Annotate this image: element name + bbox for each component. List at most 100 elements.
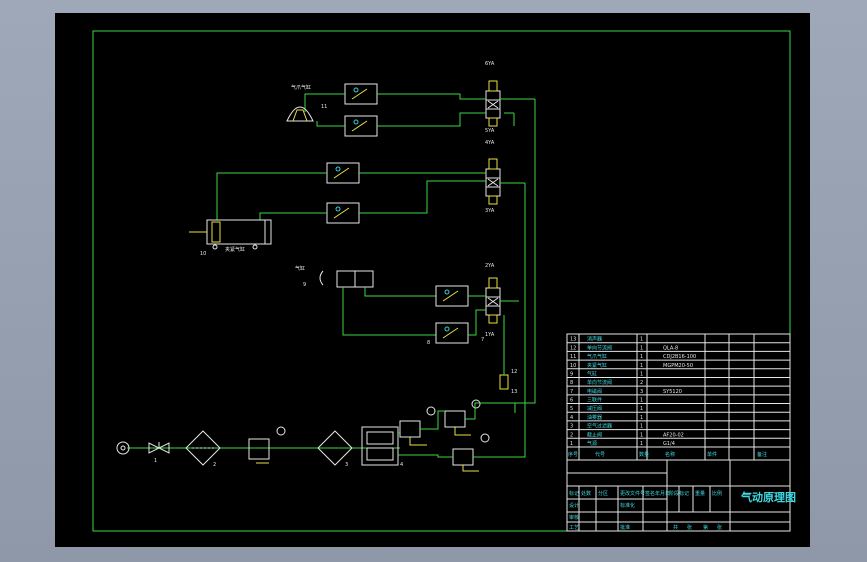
- parts-row-number: 5: [570, 406, 573, 412]
- parts-row-name: 三联件: [587, 397, 602, 404]
- parts-row-number: 7: [570, 389, 573, 395]
- tb-row-label-4: 签名: [645, 490, 655, 497]
- hdr-name: 名称: [665, 451, 675, 458]
- parts-row-qty: 1: [640, 398, 643, 404]
- tb-sign-design: 设计: [569, 502, 579, 509]
- hdr-note: 备注: [757, 451, 767, 458]
- svg-text:10: 10: [200, 251, 206, 257]
- svg-text:1: 1: [154, 458, 157, 464]
- parts-row-qty: 1: [640, 441, 643, 447]
- title-block: 标记 处数 分区 更改文件号 签名 年月日 设计 标准化 阶段标记 重量 比例 …: [566, 451, 796, 532]
- small-cylinder[interactable]: 气缸 9: [295, 265, 374, 288]
- shutoff-valve[interactable]: 1: [148, 442, 170, 464]
- valve-1-2[interactable]: 2YA 1YA: [485, 263, 501, 338]
- valve-3-4[interactable]: 4YA 3YA: [485, 140, 501, 214]
- parts-row-name: 截止阀: [587, 431, 602, 438]
- svg-text:2: 2: [213, 462, 216, 468]
- parts-row-number: 10: [570, 363, 576, 369]
- svg-text:夹紧气缸: 夹紧气缸: [225, 246, 245, 253]
- svg-text:气爪气缸: 气爪气缸: [291, 84, 311, 91]
- drawing-title: 气动原理图: [740, 490, 796, 504]
- svg-text:13: 13: [511, 389, 517, 395]
- parts-row-name: 单向节流阀: [587, 379, 612, 386]
- solenoid-6ya: 6YA: [485, 61, 495, 67]
- parts-row-name: 夹紧气缸: [587, 362, 607, 369]
- pneumatic-schematic: 6YA 5YA 4YA 3YA 2YA 1YA 气爪气缸 11 夹紧气缸 10 …: [92, 30, 796, 532]
- parts-row-number: 8: [570, 380, 573, 386]
- tb-sheets: 张: [687, 524, 692, 531]
- parts-row-name: 空气过滤器: [587, 423, 612, 430]
- svg-text:12: 12: [511, 369, 517, 375]
- parts-row-name: 气爪气缸: [587, 353, 607, 360]
- solenoid-2ya: 2YA: [485, 263, 495, 269]
- parts-row-code: AF20-02: [663, 432, 684, 438]
- parts-row-name: 油雾器: [587, 414, 602, 421]
- valve-5-6[interactable]: 6YA 5YA: [485, 61, 501, 134]
- air-filter[interactable]: 2: [185, 430, 221, 468]
- tb-no: 第: [703, 524, 708, 531]
- parts-row-number: 4: [570, 415, 573, 421]
- parts-row-name: 气源: [587, 440, 597, 447]
- parts-row-code: QLA-8: [663, 345, 678, 351]
- flow-control-top-a[interactable]: [344, 83, 378, 105]
- flow-control-low-a[interactable]: [435, 285, 469, 307]
- parts-row-name: 电磁阀: [587, 388, 602, 395]
- parts-row-qty: 1: [640, 432, 643, 438]
- parts-row-number: 12: [570, 345, 576, 351]
- parts-row-code: G1/4: [663, 441, 675, 447]
- parts-row-name: 气缸: [587, 370, 597, 377]
- tb-approve: 批准: [620, 524, 630, 531]
- parts-row-qty: 1: [640, 354, 643, 360]
- parts-row-number: 9: [570, 371, 573, 377]
- tb-total: 共: [673, 524, 678, 531]
- gripper-cylinder[interactable]: 气爪气缸 11: [286, 84, 327, 122]
- parts-row-code: SY5120: [663, 389, 682, 395]
- pressure-regulator[interactable]: [248, 426, 286, 464]
- parts-row-qty: 3: [640, 389, 643, 395]
- svg-text:3: 3: [345, 462, 348, 468]
- parts-row-number: 2: [570, 432, 573, 438]
- parts-row-number: 3: [570, 424, 573, 430]
- clamp-cylinder[interactable]: 夹紧气缸 10: [189, 219, 272, 257]
- parts-row-qty: 1: [640, 363, 643, 369]
- tb-sheet: 张: [717, 524, 722, 531]
- parts-row-name: 减压阀: [587, 405, 602, 412]
- parts-list-table: 13 消声器 112 单向节流阀 1 QLA-811 气爪气缸 1 CDJ2B16-10010 夹…: [566, 333, 791, 461]
- parts-row-name: 消声器: [587, 336, 602, 343]
- hdr-no: 序号: [568, 451, 578, 458]
- drawing-frame: [92, 30, 791, 532]
- svg-text:9: 9: [303, 282, 306, 288]
- flow-control-mid-a[interactable]: [326, 162, 360, 184]
- parts-row-qty: 1: [640, 415, 643, 421]
- svg-text:气缸: 气缸: [295, 265, 305, 272]
- svg-text:8: 8: [427, 340, 430, 346]
- tb-stage-mark: 阶段标记: [669, 490, 689, 497]
- parts-row-code: CDJ2B16-100: [663, 354, 696, 360]
- hdr-code: 代号: [595, 451, 605, 458]
- parts-row-qty: 1: [640, 424, 643, 430]
- tb-row-label-1: 处数: [581, 490, 591, 497]
- parts-row-code: MGPM20-50: [663, 363, 693, 369]
- parts-row-number: 11: [570, 354, 576, 360]
- parts-row-number: 13: [570, 337, 576, 343]
- flow-control-mid-b[interactable]: [326, 202, 360, 224]
- tb-row-label-0: 标记: [569, 490, 579, 497]
- parts-row-qty: 1: [640, 406, 643, 412]
- solenoid-4ya: 4YA: [485, 140, 495, 146]
- hdr-qty: 数量: [639, 451, 649, 458]
- parts-row-number: 6: [570, 398, 573, 404]
- svg-text:7: 7: [481, 337, 484, 343]
- drawing-sheet[interactable]: 6YA 5YA 4YA 3YA 2YA 1YA 气爪气缸 11 夹紧气缸 10 …: [55, 13, 810, 547]
- muffler[interactable]: 12 13: [499, 369, 517, 395]
- tb-process: 工艺: [569, 525, 579, 531]
- lubricator[interactable]: 3: [317, 430, 353, 468]
- solenoid-3ya: 3YA: [485, 208, 495, 214]
- flow-control-top-b[interactable]: [344, 115, 378, 137]
- tb-weight: 重量: [695, 490, 705, 497]
- tb-row-label-3: 更改文件号: [620, 490, 645, 497]
- tb-scale: 比例: [712, 490, 722, 497]
- parts-row-qty: 2: [640, 380, 643, 386]
- solenoid-5ya: 5YA: [485, 128, 495, 134]
- parts-row-qty: 1: [640, 345, 643, 351]
- parts-row-qty: 1: [640, 337, 643, 343]
